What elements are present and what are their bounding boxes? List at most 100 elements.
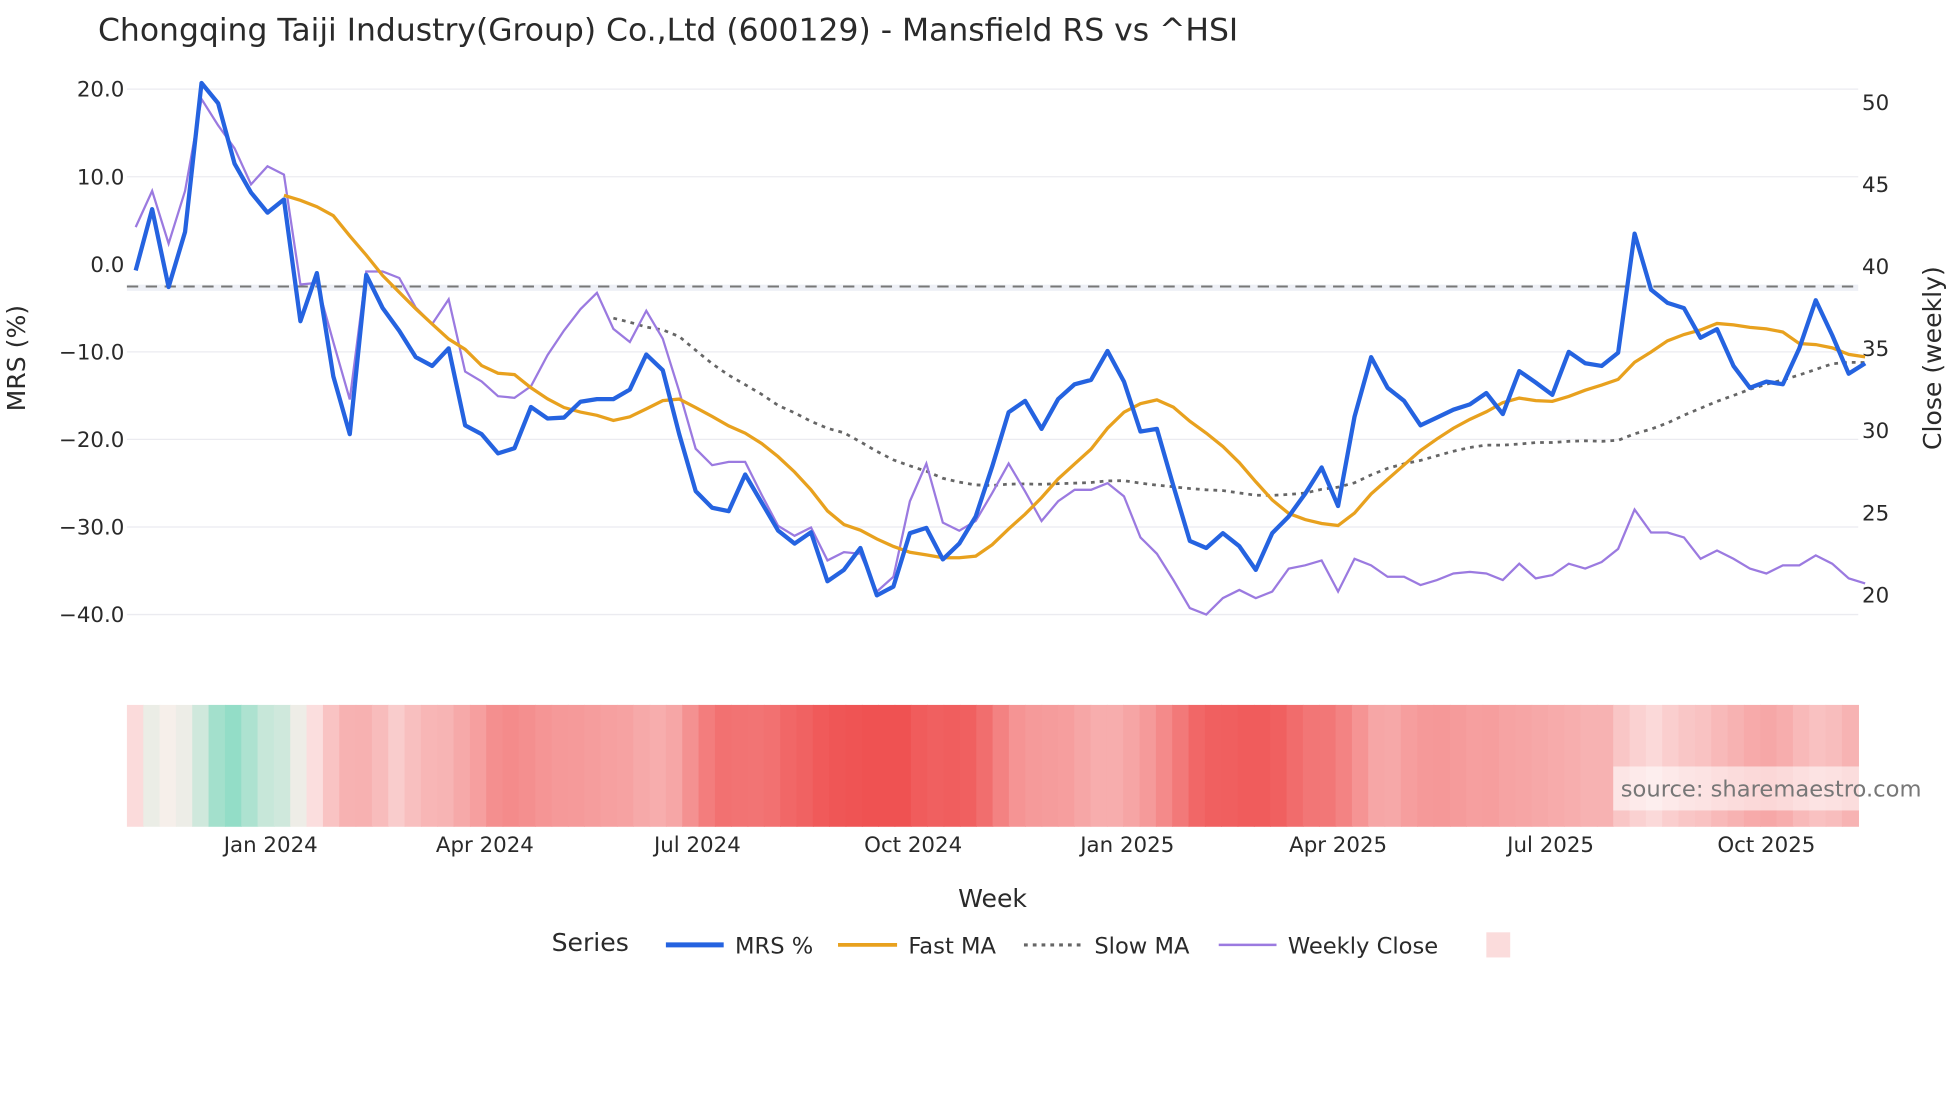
y2-tick-label: 20: [1862, 583, 1889, 608]
heatmap-cell: [1155, 704, 1173, 827]
heatmap-cell: [1090, 704, 1108, 827]
heatmap-cell: [1302, 704, 1320, 827]
legend-title: Series: [552, 928, 629, 957]
x-tick-label: Jan 2025: [1078, 833, 1174, 858]
y-tick-label: −10.0: [59, 340, 124, 365]
y2-tick-label: 40: [1862, 255, 1889, 280]
heatmap-cell: [1204, 704, 1222, 827]
heatmap-cell: [894, 704, 912, 827]
heatmap-cell: [1580, 704, 1598, 827]
heatmap-cell: [1139, 704, 1157, 827]
heatmap-cell: [306, 704, 324, 827]
heatmap-cell: [878, 704, 896, 827]
heatmap-cell: [551, 704, 569, 827]
heatmap-cell: [159, 704, 177, 827]
heatmap-cell: [1417, 704, 1435, 827]
heatmap-cell: [257, 704, 275, 827]
heatmap-cell: [1123, 704, 1141, 827]
x-tick-label: Apr 2024: [436, 833, 534, 858]
heatmap-cell: [355, 704, 373, 827]
y2-axis-title: Close (weekly): [1918, 266, 1947, 450]
heatmap-cell: [927, 704, 945, 827]
legend-item-weekly-close[interactable]: Weekly Close: [1218, 934, 1438, 960]
heatmap-cell: [600, 704, 618, 827]
heatmap-cell: [1449, 704, 1467, 827]
heatmap-cell: [1531, 704, 1549, 827]
heatmap-cell: [1335, 704, 1353, 827]
heatmap-cell: [535, 704, 553, 827]
heatmap-cell: [976, 704, 994, 827]
heatmap-cell: [616, 704, 634, 827]
heatmap-cell: [388, 704, 406, 827]
heatmap-cell: [1237, 704, 1255, 827]
series-lines: [133, 80, 1867, 616]
heatmap-cell: [1368, 704, 1386, 827]
heatmap-cell: [829, 704, 847, 827]
heatmap-cell: [959, 704, 977, 827]
heatmap-cell: [1400, 704, 1418, 827]
heatmap-cell: [143, 704, 161, 827]
heatmap-cell: [1253, 704, 1271, 827]
heatmap-cell: [845, 704, 863, 827]
heatmap-cell: [747, 704, 765, 827]
mrs-line: [133, 80, 1867, 598]
legend-item-fast-ma[interactable]: Fast MA: [838, 934, 997, 960]
y-axis-ticks: 20.0 10.0 0.0 −10.0 −20.0 −30.0 −40.0: [59, 78, 124, 628]
heatmap-cell: [322, 704, 340, 827]
heatmap-cell: [1041, 704, 1059, 827]
heatmap-cell: [518, 704, 536, 827]
y2-tick-label: 45: [1862, 173, 1889, 198]
heatmap-cell: [339, 704, 357, 827]
heatmap-cell: [682, 704, 700, 827]
heatmap-cell: [1351, 704, 1369, 827]
heatmap-cell: [371, 704, 389, 827]
heatmap-cell: [1482, 704, 1500, 827]
heatmap-cell: [1074, 704, 1092, 827]
source-label: source: sharemaestro.com: [1621, 777, 1922, 803]
heatmap-cell: [861, 704, 879, 827]
heatmap-cell: [1188, 704, 1206, 827]
fast-ma-line: [283, 193, 1866, 560]
heatmap-cell: [437, 704, 455, 827]
y-tick-label: 10.0: [77, 165, 125, 190]
slow-ma-line: [613, 316, 1866, 497]
x-tick-label: Oct 2024: [864, 833, 962, 858]
heatmap-cell: [1466, 704, 1484, 827]
heatmap-cell: [208, 704, 226, 827]
legend-heatmap-swatch[interactable]: [1486, 932, 1511, 958]
y2-axis-ticks: 50 45 40 35 30 25 20: [1862, 91, 1889, 609]
legend-weekly-close-label: Weekly Close: [1288, 934, 1438, 960]
y-tick-label: 20.0: [77, 78, 125, 103]
heatmap-cell: [567, 704, 585, 827]
heatmap-cell: [1025, 704, 1043, 827]
x-axis-title: Week: [958, 884, 1027, 913]
x-tick-label: Jul 2024: [652, 833, 741, 858]
heatmap-cell: [714, 704, 732, 827]
heatmap-cell: [486, 704, 504, 827]
y2-tick-label: 50: [1862, 91, 1889, 116]
heatmap-cell: [453, 704, 471, 827]
legend-item-mrs[interactable]: MRS %: [665, 934, 813, 960]
heatmap-cell: [404, 704, 422, 827]
y2-tick-label: 35: [1862, 337, 1889, 362]
heatmap-cell: [731, 704, 749, 827]
heatmap-cell: [273, 704, 291, 827]
mansfield-rs-chart: Chongqing Taiji Industry(Group) Co.,Ltd …: [2, 12, 1947, 960]
x-tick-label: Apr 2025: [1289, 833, 1387, 858]
y-tick-label: −30.0: [59, 516, 124, 541]
heatmap-cell: [943, 704, 961, 827]
heatmap-cell: [1172, 704, 1190, 827]
y-tick-label: 0.0: [90, 253, 124, 278]
heatmap-cell: [290, 704, 308, 827]
heatmap-cell: [1596, 704, 1614, 827]
chart-title: Chongqing Taiji Industry(Group) Co.,Ltd …: [98, 12, 1238, 48]
legend-item-slow-ma[interactable]: Slow MA: [1023, 934, 1190, 960]
heatmap-cell: [1319, 704, 1337, 827]
heatmap-cell: [992, 704, 1010, 827]
heatmap-cell: [812, 704, 830, 827]
y2-tick-label: 30: [1862, 419, 1889, 444]
x-tick-label: Jan 2024: [222, 833, 318, 858]
heatmap-cell: [1564, 704, 1582, 827]
heatmap-cell: [1384, 704, 1402, 827]
heatmap-cell: [698, 704, 716, 827]
